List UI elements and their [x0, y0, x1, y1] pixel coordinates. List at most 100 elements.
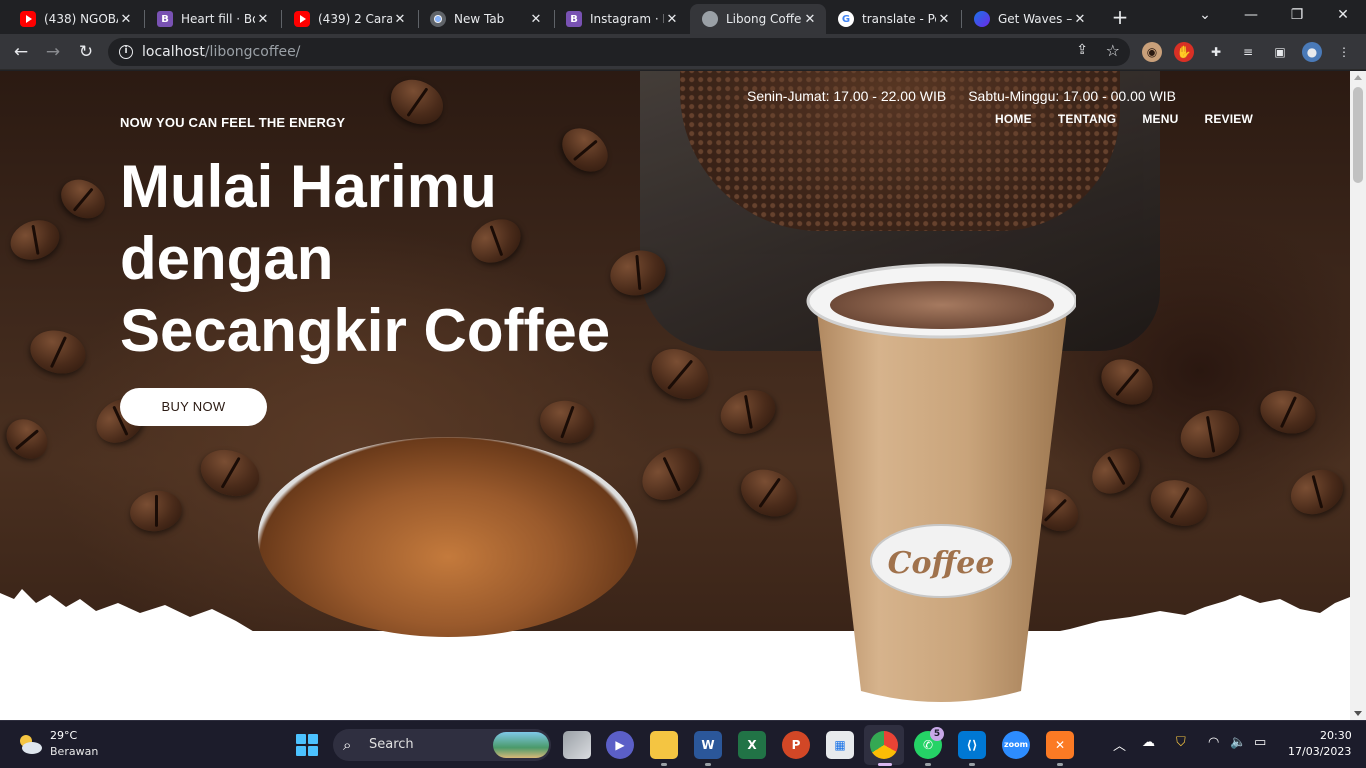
- buy-now-button[interactable]: BUY NOW: [120, 388, 267, 426]
- close-window-button[interactable]: ✕: [1320, 0, 1366, 32]
- media-control-icon[interactable]: ≡: [1238, 42, 1258, 62]
- torn-paper-divider: [0, 589, 1350, 720]
- volume-icon[interactable]: 🔈: [1230, 735, 1246, 750]
- minimize-button[interactable]: —: [1228, 0, 1274, 32]
- youtube-icon: [20, 11, 36, 27]
- address-url[interactable]: localhost/libongcoffee/: [142, 44, 300, 60]
- bootstrap-icon: B: [566, 11, 582, 27]
- bookmark-star-icon[interactable]: ☆: [1106, 41, 1120, 60]
- word-icon[interactable]: W: [694, 731, 722, 759]
- close-tab-icon[interactable]: ✕: [255, 12, 271, 27]
- running-indicator: [705, 763, 711, 766]
- page-scrollbar[interactable]: [1350, 71, 1366, 720]
- extension-hand-icon[interactable]: ✋: [1174, 42, 1194, 62]
- nav-menu[interactable]: MENU: [1142, 112, 1178, 126]
- battery-icon[interactable]: ▭: [1254, 735, 1266, 750]
- site-info-icon[interactable]: i: [119, 45, 133, 59]
- browser-tab[interactable]: B Heart fill · Boo ✕: [145, 4, 279, 34]
- extension-avatar-icon[interactable]: ◉: [1142, 42, 1162, 62]
- tab-title: Instagram · Bo: [590, 12, 664, 26]
- tab-title: Libong Coffee: [726, 12, 802, 26]
- page-viewport: Coffee Senin-Jumat: 17.00 - 22.00 WIB Sab…: [0, 71, 1350, 720]
- extensions-puzzle-icon[interactable]: ✚: [1206, 42, 1226, 62]
- side-panel-icon[interactable]: ▣: [1270, 42, 1290, 62]
- whatsapp-unread-badge: 5: [930, 727, 944, 741]
- espresso-cup-image: [258, 437, 638, 637]
- microsoft-store-icon[interactable]: ▦: [826, 731, 854, 759]
- hero-tagline: NOW YOU CAN FEEL THE ENERGY: [120, 115, 346, 130]
- file-explorer-icon[interactable]: [650, 731, 678, 759]
- windows-taskbar: 29°C Berawan ⌕ Search ▶ W X P ▦ ✆ 5 ⟨⟩ z…: [0, 720, 1366, 768]
- paper-coffee-cup-image: Coffee: [806, 263, 1076, 702]
- restore-button[interactable]: ❐: [1274, 0, 1320, 32]
- hours-weekday: Senin-Jumat: 17.00 - 22.00 WIB: [747, 88, 947, 104]
- onedrive-cloud-icon[interactable]: ☁: [1142, 735, 1155, 750]
- tab-title: (438) NGOBA: [44, 12, 118, 26]
- hours-weekend: Sabtu-Minggu: 17.00 - 00.00 WIB: [968, 88, 1177, 104]
- close-tab-icon[interactable]: ✕: [936, 12, 952, 27]
- reload-button[interactable]: ↻: [73, 39, 99, 65]
- clock-date[interactable]: 17/03/2023: [1288, 745, 1351, 758]
- security-shield-icon[interactable]: ⛉: [1176, 735, 1186, 750]
- scroll-up-arrow-icon[interactable]: [1354, 75, 1362, 80]
- partly-cloudy-icon[interactable]: [17, 733, 43, 755]
- search-highlight-image: [493, 732, 549, 758]
- address-bar[interactable]: i localhost/libongcoffee/ ⇪ ☆: [108, 38, 1130, 66]
- scroll-down-arrow-icon[interactable]: [1354, 711, 1362, 716]
- browser-tab[interactable]: B Instagram · Bo ✕: [554, 4, 688, 34]
- zoom-icon[interactable]: zoom: [1002, 731, 1030, 759]
- opening-hours: Senin-Jumat: 17.00 - 22.00 WIB Sabtu-Ming…: [747, 88, 1176, 104]
- search-label: Search: [369, 737, 414, 752]
- waves-icon: [974, 11, 990, 27]
- url-host: localhost: [142, 44, 205, 60]
- main-nav: HOME TENTANG MENU REVIEW: [995, 112, 1253, 126]
- tab-title: (439) 2 Cara M: [318, 12, 392, 26]
- taskbar-search-box[interactable]: ⌕ Search: [333, 729, 551, 761]
- browser-tab[interactable]: (438) NGOBA ✕: [8, 4, 142, 34]
- chrome-icon[interactable]: [870, 731, 898, 759]
- close-tab-icon[interactable]: ✕: [802, 12, 818, 27]
- active-indicator: [878, 763, 892, 766]
- close-tab-icon[interactable]: ✕: [1072, 12, 1088, 27]
- close-tab-icon[interactable]: ✕: [528, 12, 544, 27]
- profile-avatar[interactable]: ●: [1302, 42, 1322, 62]
- wifi-icon[interactable]: ◠: [1208, 735, 1219, 750]
- chrome-menu-icon[interactable]: ⋮: [1334, 42, 1354, 62]
- windows-start-icon[interactable]: [296, 734, 318, 756]
- browser-tab[interactable]: G translate - Pen ✕: [826, 4, 960, 34]
- running-indicator: [969, 763, 975, 766]
- powerpoint-icon[interactable]: P: [782, 731, 810, 759]
- browser-tab[interactable]: Get Waves – C ✕: [962, 4, 1096, 34]
- tab-search-button[interactable]: ⌄: [1182, 0, 1228, 32]
- weather-temperature[interactable]: 29°C: [50, 729, 77, 742]
- tab-title: Heart fill · Boo: [181, 12, 255, 26]
- chrome-icon: [430, 11, 446, 27]
- scrollbar-thumb[interactable]: [1353, 87, 1363, 183]
- new-tab-button[interactable]: +: [1108, 6, 1132, 30]
- headline-line: Mulai Harimu: [120, 153, 497, 220]
- back-button[interactable]: ←: [8, 39, 34, 65]
- weather-description[interactable]: Berawan: [50, 745, 98, 758]
- close-tab-icon[interactable]: ✕: [118, 12, 134, 27]
- xampp-icon[interactable]: ✕: [1046, 731, 1074, 759]
- browser-tab-active[interactable]: Libong Coffee ✕: [690, 4, 826, 34]
- youtube-icon: [294, 11, 310, 27]
- nav-home[interactable]: HOME: [995, 112, 1032, 126]
- excel-icon[interactable]: X: [738, 731, 766, 759]
- tab-title: New Tab: [454, 12, 505, 26]
- browser-tab[interactable]: (439) 2 Cara M ✕: [282, 4, 416, 34]
- tray-overflow-chevron-icon[interactable]: ︿: [1113, 735, 1126, 754]
- teams-chat-icon[interactable]: ▶: [606, 731, 634, 759]
- clock-time[interactable]: 20:30: [1320, 729, 1352, 742]
- nav-review[interactable]: REVIEW: [1204, 112, 1253, 126]
- tab-title: Get Waves – C: [998, 12, 1072, 26]
- hero-headline: Mulai Harimu dengan Secangkir Coffee: [120, 151, 680, 367]
- vscode-icon[interactable]: ⟨⟩: [958, 731, 986, 759]
- close-tab-icon[interactable]: ✕: [392, 12, 408, 27]
- forward-button[interactable]: →: [40, 39, 66, 65]
- close-tab-icon[interactable]: ✕: [664, 12, 680, 27]
- browser-tab[interactable]: New Tab ✕: [418, 4, 552, 34]
- share-icon[interactable]: ⇪: [1076, 42, 1088, 58]
- task-view-icon[interactable]: [563, 731, 591, 759]
- nav-tentang[interactable]: TENTANG: [1058, 112, 1117, 126]
